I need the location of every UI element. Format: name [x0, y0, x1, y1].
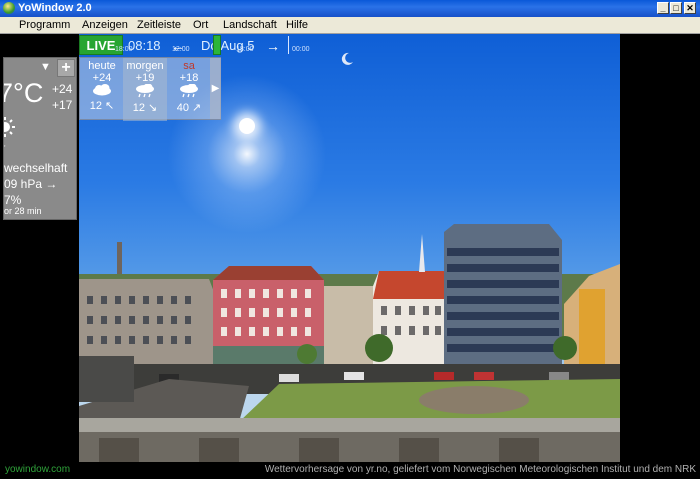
maximize-button[interactable]: □	[670, 2, 682, 14]
weather-condition: wechselhaft	[4, 161, 68, 175]
brand-link[interactable]: yowindow.com	[5, 464, 70, 475]
timeline-marker	[288, 36, 289, 54]
current-temperature: 7°C	[4, 78, 44, 108]
app-icon	[3, 2, 15, 14]
menu-zeitleiste[interactable]: Zeitleiste	[137, 19, 181, 31]
day-temp: +19	[135, 72, 155, 84]
wind-speed: 12	[89, 100, 102, 112]
today-low: +17	[52, 98, 73, 112]
menu-bar: Programm Anzeigen Zeitleiste Ort Landsch…	[0, 17, 700, 34]
sun-icon	[4, 117, 15, 137]
forecast-day-today[interactable]: heute +24 12 ↖	[80, 58, 124, 121]
day-name: heute	[88, 60, 116, 72]
forecast-day-saturday[interactable]: sa +18 40 ↗	[167, 58, 211, 121]
location-dropdown-icon[interactable]: ▼	[40, 61, 51, 73]
day-temp: +18	[179, 72, 199, 84]
forecast-more-arrow-icon[interactable]: ▶	[210, 58, 221, 119]
wind-direction-icon: ↘	[148, 102, 158, 114]
condition-fragment: r	[4, 143, 5, 154]
last-updated: or 28 min	[4, 206, 42, 216]
humidity: 7%	[4, 193, 22, 207]
menu-programm[interactable]: Programm	[19, 19, 70, 31]
wind-speed: 12	[132, 102, 145, 114]
day-name: sa	[183, 60, 195, 72]
timeline-date: Do Aug 5	[201, 38, 255, 53]
next-day-arrow-icon[interactable]: →	[266, 38, 280, 54]
current-weather-panel[interactable]: ▼ + 7°C +24 +17 r wechselhaft 09 hPa → 7…	[3, 57, 77, 220]
today-high: +24	[52, 82, 73, 96]
wind-speed: 40	[176, 102, 189, 114]
add-location-button[interactable]: +	[57, 59, 75, 77]
forecast-panel[interactable]: heute +24 12 ↖ morgen +19 12 ↘ sa +18 40…	[79, 57, 221, 121]
menu-ort[interactable]: Ort	[193, 19, 208, 31]
timeline-scrubber[interactable]	[213, 35, 221, 55]
title-bar: YoWindow 2.0 _ □ ✕	[0, 0, 700, 17]
timeline-tick: 18:00	[115, 46, 133, 53]
rain-cloud-icon	[136, 83, 154, 98]
day-temp: +24	[92, 72, 112, 84]
forecast-day-tomorrow[interactable]: morgen +19 12 ↘	[123, 58, 167, 121]
timeline-tick: 00:00	[292, 46, 310, 53]
cloud-icon	[93, 84, 111, 96]
day-name: morgen	[126, 60, 164, 72]
minimize-button[interactable]: _	[657, 2, 669, 14]
previous-day-arrow-icon[interactable]: ←	[171, 38, 185, 54]
air-pressure: 09 hPa →	[4, 177, 58, 191]
wind-direction-icon: ↖	[105, 100, 115, 112]
menu-anzeigen[interactable]: Anzeigen	[82, 19, 128, 31]
wind-direction-icon: ↗	[192, 102, 202, 114]
rain-cloud-icon	[180, 83, 198, 98]
footer-bar: yowindow.com Wettervorhersage von yr.no,…	[0, 462, 700, 479]
forecast-credits: Wettervorhersage von yr.no, geliefert vo…	[264, 464, 696, 475]
close-button[interactable]: ✕	[684, 2, 696, 14]
menu-landschaft[interactable]: Landschaft	[223, 19, 277, 31]
menu-hilfe[interactable]: Hilfe	[286, 19, 308, 31]
window-title: YoWindow 2.0	[18, 2, 92, 14]
